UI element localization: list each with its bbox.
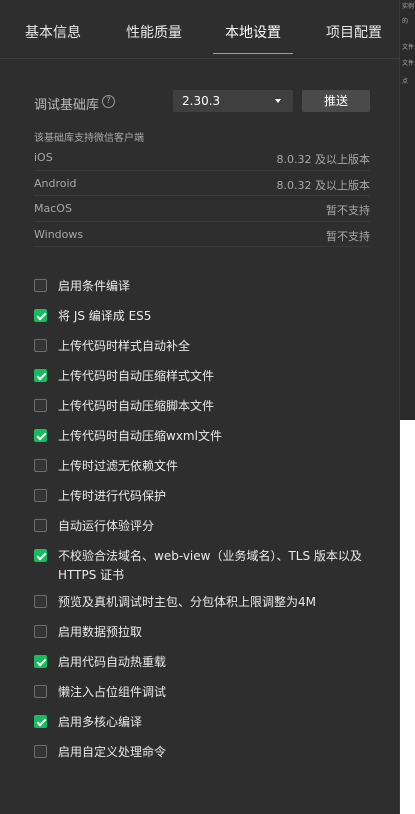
checkbox-checked[interactable] [34,429,47,442]
checkbox-unchecked[interactable] [34,745,47,758]
support-platform: Windows [34,227,84,241]
support-requirement: 暂不支持 [326,229,370,243]
option-label: 上传代码时自动压缩脚本文件 [58,399,215,413]
support-row: MacOS 暂不支持 [34,196,370,222]
base-library-version-value: 2.30.3 [182,94,221,108]
checkbox-unchecked[interactable] [34,625,47,638]
option-label: 自动运行体验评分 [58,519,155,533]
support-requirement: 8.0.32 及以上版本 [276,153,370,166]
push-button[interactable]: 推送 [302,90,370,112]
base-library-version-select[interactable]: 2.30.3 [173,90,293,112]
option-label: 启用代码自动热重载 [58,655,167,669]
option-label: 懒注入占位组件调试 [58,685,167,699]
active-tab-indicator [213,53,293,54]
checkbox-unchecked[interactable] [34,459,47,472]
settings-panel: 基本信息 性能质量 本地设置 项目配置 调试基础库 ? 2.30.3 推送 该基… [0,0,400,814]
tab-local-settings[interactable]: 本地设置 [225,22,281,42]
checkbox-unchecked[interactable] [34,279,47,292]
background-window: 实例 的 文件 文件 点 [400,0,415,420]
checkbox-unchecked[interactable] [34,519,47,532]
checkbox-checked[interactable] [34,369,47,382]
support-requirement: 暂不支持 [326,204,370,217]
option-label: 将 JS 编译成 ES5 [58,309,152,323]
checkbox-unchecked[interactable] [34,339,47,352]
support-row: Android 8.0.32 及以上版本 [34,171,370,196]
support-platform: iOS [34,151,53,164]
checkbox-checked[interactable] [34,549,47,562]
base-library-label: 调试基础库 [34,98,100,113]
option-label: 不校验合法域名、web-view（业务域名）、TLS 版本以及 HTTPS 证书 [58,549,362,582]
support-platform: Android [34,176,77,190]
checkbox-unchecked[interactable] [34,489,47,502]
support-platform: MacOS [34,202,72,215]
background-text: 文件 [402,44,415,51]
support-row: Windows 暂不支持 [34,222,370,247]
background-text: 实例 [402,3,415,10]
chevron-down-icon [275,99,281,103]
option-label: 启用自定义处理命令 [58,745,167,759]
checkbox-unchecked[interactable] [34,595,47,608]
support-row: iOS 8.0.32 及以上版本 [34,145,370,171]
option-label: 启用数据预拉取 [58,625,143,639]
checkbox-checked[interactable] [34,655,47,668]
option-label: 启用条件编译 [58,279,131,293]
tab-bar: 基本信息 性能质量 本地设置 项目配置 [0,0,400,59]
tab-performance-quality[interactable]: 性能质量 [126,22,182,42]
support-table: iOS 8.0.32 及以上版本 Android 8.0.32 及以上版本 MacOS 暂… [34,145,370,247]
tab-basic-info[interactable]: 基本信息 [25,22,81,42]
checkbox-unchecked[interactable] [34,399,47,412]
checkbox-checked[interactable] [34,309,47,322]
tab-project-config[interactable]: 项目配置 [326,22,382,42]
option-label: 上传代码时自动压缩样式文件 [58,369,215,383]
option-label: 上传时过滤无依赖文件 [58,459,179,473]
help-icon[interactable]: ? [102,95,115,108]
option-label: 启用多核心编译 [58,715,143,729]
support-heading: 该基础库支持微信客户端 [34,133,144,144]
background-text: 点 [402,78,409,85]
support-requirement: 8.0.32 及以上版本 [276,178,370,192]
option-label: 预览及真机调试时主包、分包体积上限调整为4M [58,595,316,609]
base-library-row: 调试基础库 ? 2.30.3 推送 [34,90,370,114]
background-text: 文件 [402,60,415,67]
checkbox-checked[interactable] [34,715,47,728]
option-label: 上传代码时样式自动补全 [58,339,191,353]
option-label: 上传代码时自动压缩wxml文件 [58,429,222,443]
checkbox-unchecked[interactable] [34,685,47,698]
background-text: 的 [402,18,409,25]
option-label: 上传时进行代码保护 [58,489,167,503]
